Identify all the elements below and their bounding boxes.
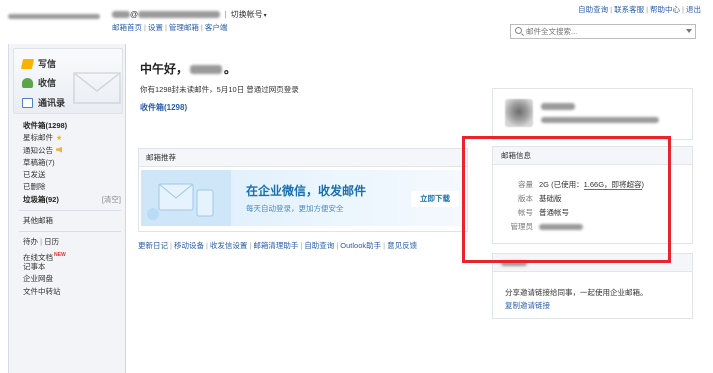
help-center-link[interactable]: 帮助中心 <box>650 5 680 14</box>
redacted-profile-address <box>541 117 659 123</box>
promo-illustration <box>141 170 231 226</box>
file-transfer-label: 文件中转站 <box>23 286 61 296</box>
mail-settings-link[interactable]: 收发信设置 <box>210 241 248 250</box>
folder-announcements[interactable]: 通知公告 <box>13 145 123 157</box>
folder-drafts[interactable]: 草稿箱(7) <box>13 157 123 169</box>
greeting-prefix: 中午好， <box>140 62 189 76</box>
other-mailbox[interactable]: 其他邮箱 <box>13 215 123 227</box>
highlight-annotation <box>462 136 671 263</box>
changelog-link[interactable]: 更新日记 <box>138 241 168 250</box>
switch-account-link[interactable]: 切换帐号 <box>231 10 263 19</box>
notes-link[interactable]: 记事本 <box>13 261 123 273</box>
promo-banner[interactable]: 在企业微信，收发邮件 每天自动登录，更加方便安全 立即下载 <box>141 170 465 226</box>
feedback-link[interactable]: 意见反馈 <box>387 241 417 250</box>
mobile-devices-link[interactable]: 移动设备 <box>174 241 204 250</box>
star-icon: ★ <box>56 135 63 143</box>
pencil-icon <box>20 59 35 69</box>
receive-button[interactable]: 收信 <box>22 76 56 89</box>
folder-spam-label: 垃圾箱(92) <box>23 194 59 204</box>
folder-list: 收件箱(1298) 星标邮件 ★ 通知公告 草稿箱(7) 已发送 已删除 垃圾箱(… <box>13 120 123 298</box>
chevron-down-icon[interactable]: ▾ <box>264 13 267 19</box>
other-mailbox-label: 其他邮箱 <box>23 216 53 226</box>
quick-actions: 写信 收信 通讯录 <box>13 48 123 114</box>
todo-calendar-row: 待办 | 日历 <box>23 237 60 247</box>
cleanup-helper-link[interactable]: 邮箱清理助手 <box>253 241 298 250</box>
notes-label: 记事本 <box>23 261 46 271</box>
redacted-username <box>112 11 130 19</box>
footer-links: 更新日记 | 移动设备 | 收发信设置 | 邮箱清理助手 | 自助查询 | Outlook助手 | 意见… <box>138 241 418 250</box>
manage-mailbox-link[interactable]: 管理邮箱 <box>169 23 199 32</box>
self-service-link[interactable]: 自助查询 <box>578 5 608 14</box>
folder-starred[interactable]: 星标邮件 ★ <box>13 132 123 144</box>
receive-label: 收信 <box>38 78 57 88</box>
write-button[interactable]: 写信 <box>20 57 57 70</box>
folder-starred-label: 星标邮件 <box>23 133 53 143</box>
speaker-icon <box>56 146 62 153</box>
client-link[interactable]: 客户端 <box>205 23 228 32</box>
search-input[interactable] <box>526 26 686 37</box>
folder-announcements-label: 通知公告 <box>23 145 53 155</box>
folder-sent-label: 已发送 <box>23 170 46 180</box>
top-links: 邮箱首页 | 设置 | 管理邮箱 | 客户端 <box>112 23 228 32</box>
folder-inbox-label: 收件箱(1298) <box>23 121 68 130</box>
promo-header: 邮箱推荐 <box>139 149 467 167</box>
envelope-icon <box>73 72 121 104</box>
redacted-email <box>138 11 221 19</box>
folder-drafts-label: 草稿箱(7) <box>23 157 55 167</box>
outlook-helper-link[interactable]: Outlook助手 <box>340 241 381 250</box>
write-label: 写信 <box>38 59 57 69</box>
folder-inbox[interactable]: 收件箱(1298) <box>13 120 123 132</box>
top-right-links: 自助查询 | 联系客服 | 帮助中心 | 退出 <box>578 5 701 14</box>
home-link[interactable]: 邮箱首页 <box>112 23 142 32</box>
sidebar: 写信 收信 通讯录 收件箱(1298) 星标邮件 ★ 通知公告 草稿箱(7) 已发… <box>8 44 126 373</box>
calendar-link[interactable]: 日历 <box>44 237 59 246</box>
search-icon[interactable] <box>515 27 522 34</box>
contact-support-link[interactable]: 联系客服 <box>614 5 644 14</box>
online-doc-link[interactable]: 在线文档NEW <box>13 249 123 262</box>
redacted-name <box>190 65 223 75</box>
contacts-label: 通讯录 <box>38 98 66 108</box>
inbox-link[interactable]: 收件箱(1298) <box>140 102 187 113</box>
promo-title: 在企业微信，收发邮件 <box>246 184 367 198</box>
new-badge: NEW <box>54 251 66 258</box>
user-line: @ | 切换帐号▾ <box>112 9 267 20</box>
todo-link[interactable]: 待办 <box>23 237 38 246</box>
contacts-icon <box>22 98 33 108</box>
copy-invite-link[interactable]: 复制邀请链接 <box>505 300 550 311</box>
folder-deleted[interactable]: 已删除 <box>13 181 123 193</box>
download-button[interactable]: 立即下载 <box>411 191 459 207</box>
inbox-icon <box>22 78 33 88</box>
folder-deleted-label: 已删除 <box>23 182 46 192</box>
greeting-suffix: 。 <box>224 62 237 76</box>
logout-link[interactable]: 退出 <box>686 5 701 14</box>
drive-link[interactable]: 企业网盘 <box>13 273 123 285</box>
folder-sent[interactable]: 已发送 <box>13 169 123 181</box>
invite-description: 分享邀请链接给同事，一起使用企业邮箱。 <box>505 288 648 297</box>
user-at-sign: @ <box>130 10 139 19</box>
divider <box>19 210 121 212</box>
drive-label: 企业网盘 <box>23 274 53 284</box>
contacts-button[interactable]: 通讯录 <box>22 96 65 109</box>
folder-spam[interactable]: 垃圾箱(92) [清空] <box>13 194 123 206</box>
file-transfer-link[interactable]: 文件中转站 <box>13 286 123 298</box>
empty-spam-link[interactable]: [清空] <box>102 194 121 206</box>
promo-panel: 邮箱推荐 在企业微信，收发邮件 每天自动登录，更加方便安全 立即下载 <box>138 148 468 232</box>
settings-link[interactable]: 设置 <box>148 23 163 32</box>
promo-subtitle: 每天自动登录，更加方便安全 <box>246 204 344 213</box>
redacted-logo <box>8 14 100 19</box>
unread-summary: 你有1298封未读邮件，5月10日 曾通过网页登录 <box>140 85 299 94</box>
self-service-query-link[interactable]: 自助查询 <box>304 241 334 250</box>
profile-card <box>492 88 693 140</box>
redacted-profile-name <box>541 103 575 110</box>
top-bar: @ | 切换帐号▾ 邮箱首页 | 设置 | 管理邮箱 | 客户端 自助查询 | 联系客服 | 帮助中… <box>0 0 713 42</box>
divider <box>19 231 121 233</box>
avatar[interactable] <box>505 99 533 127</box>
greeting: 中午好， 。 <box>140 60 236 77</box>
search-box[interactable] <box>510 24 696 39</box>
search-dropdown-icon[interactable] <box>686 29 692 33</box>
